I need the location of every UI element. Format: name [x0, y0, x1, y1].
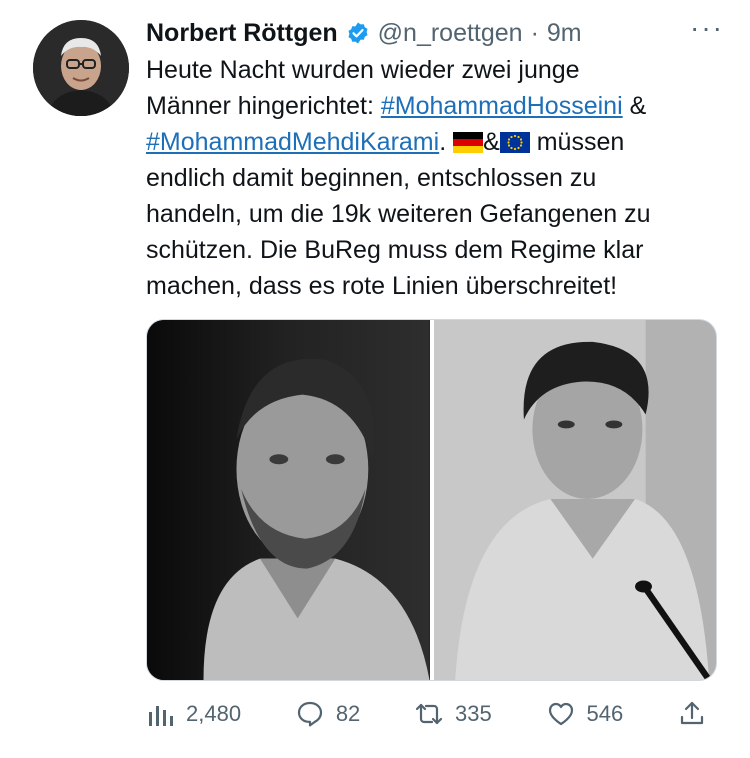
tweet-text-segment: & — [483, 128, 500, 156]
separator-dot: · — [530, 18, 539, 47]
like-button[interactable]: 546 — [547, 700, 624, 728]
profile-photo-icon — [33, 20, 129, 116]
tweet-line-5: handeln, um die 19k weiteren Gefangenen … — [146, 200, 651, 228]
share-button[interactable] — [678, 700, 706, 728]
verified-badge-icon — [346, 21, 370, 45]
tweet-line-3: #MohammadMehdiKarami. & müssen — [146, 124, 726, 160]
reply-count: 82 — [335, 701, 361, 726]
tweet-text-segment: & — [622, 92, 647, 120]
tweet-text-segment: Männer hingerichtet: — [146, 92, 381, 120]
retweet-button[interactable]: 335 — [415, 700, 492, 728]
heart-icon — [548, 702, 573, 726]
author-display-name[interactable]: Norbert Röttgen — [146, 19, 338, 48]
more-options-icon[interactable]: ··· — [690, 14, 724, 42]
tweet-text-segment: . — [439, 128, 454, 156]
share-upload-icon — [680, 701, 704, 725]
retweet-icon — [415, 703, 443, 725]
tweet-text: Heute Nacht wurden wieder zwei junge Män… — [146, 52, 726, 304]
tweet-header: Norbert Röttgen @n_roettgen · 9m — [146, 14, 582, 52]
man-portrait-left-icon — [147, 320, 430, 680]
views-count: 2,480 — [186, 701, 242, 726]
views-chart-icon — [149, 706, 173, 726]
tweet-line-4: endlich damit beginnen, entschlossen zu — [146, 164, 597, 192]
author-handle[interactable]: @n_roettgen — [378, 19, 523, 48]
retweet-count: 335 — [455, 701, 492, 726]
hashtag-link-mohammadhosseini[interactable]: #MohammadHosseini — [381, 92, 623, 120]
tweet-line-1: Heute Nacht wurden wieder zwei junge — [146, 56, 580, 84]
tweet-text-segment: müssen — [529, 128, 625, 156]
media-photo-left[interactable] — [147, 320, 430, 680]
man-portrait-right-icon — [433, 320, 716, 680]
reply-bubble-icon — [297, 701, 322, 727]
tweet-line-2: Männer hingerichtet: #MohammadHosseini & — [146, 88, 726, 124]
tweet-timestamp[interactable]: 9m — [547, 19, 582, 48]
eu-flag-icon — [499, 127, 530, 153]
like-count: 546 — [586, 701, 624, 726]
views-button[interactable]: 2,480 — [146, 700, 241, 728]
media-photo-right[interactable] — [433, 320, 716, 680]
hashtag-link-mohammadmehdikarami[interactable]: #MohammadMehdiKarami — [146, 128, 439, 156]
tweet-action-bar: 2,480 82 335 546 — [146, 692, 706, 736]
tweet-line-6: schützen. Die BuReg muss dem Regime klar — [146, 236, 644, 264]
avatar[interactable] — [33, 20, 129, 116]
tweet-media[interactable] — [146, 319, 717, 681]
tweet-line-7: machen, dass es rote Linien überschreite… — [146, 272, 618, 300]
germany-flag-icon — [453, 127, 484, 153]
reply-button[interactable]: 82 — [296, 700, 360, 728]
